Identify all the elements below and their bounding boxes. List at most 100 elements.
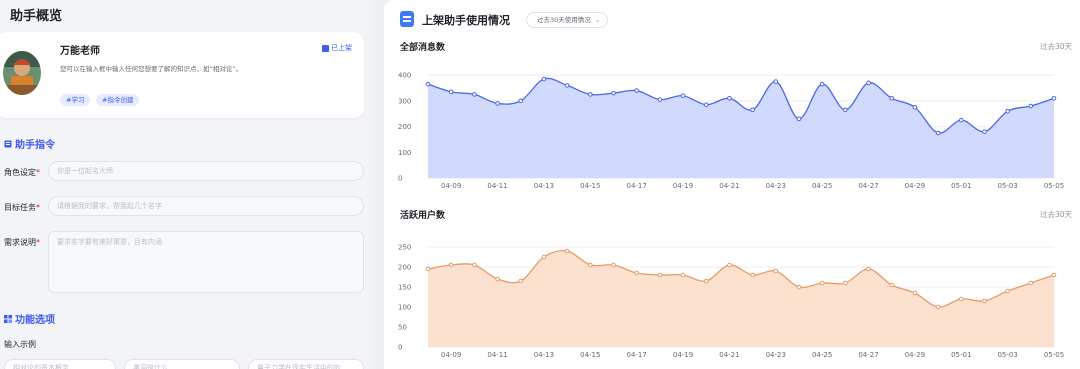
data-point [634,270,639,276]
data-point [611,90,616,96]
requirement-textarea[interactable]: 要求名字要有美好寓意，且有内涵 [48,231,364,293]
data-point [773,79,779,84]
features-heading: 功能选项 [4,311,55,326]
data-point [1051,95,1057,101]
y-tick-label: 100 [398,149,411,157]
x-tick-label: 04-27 [858,182,878,190]
data-point [912,290,918,296]
x-tick-label: 04-27 [858,351,878,359]
data-point [564,248,570,254]
range-value: 过去30天使用情况 [537,16,591,24]
x-tick-label: 04-11 [487,182,507,190]
example-input-3[interactable]: 量子力学在现实生活中的应 [248,359,364,369]
data-point [680,272,686,278]
x-tick-label: 04-21 [719,351,739,359]
grid-icon [4,314,12,323]
features-heading-label: 功能选项 [15,315,55,326]
data-point [518,278,524,284]
data-point [796,284,802,290]
y-tick-label: 100 [398,304,411,312]
published-icon [322,44,329,52]
x-tick-label: 04-15 [580,182,600,190]
data-point [982,298,987,304]
goal-input[interactable]: 请根据我的要求，帮我起几个名字 [48,196,364,216]
data-point [843,107,848,113]
examples-label: 输入示例 [4,340,36,349]
data-point [889,95,895,101]
range-dropdown[interactable]: 过去30天使用情况 ⌄ [526,12,608,28]
users-chart-title: 活跃用户数 [400,211,446,221]
data-point [796,116,802,122]
x-tick-label: 04-17 [626,182,646,190]
messages-chart: 0 100 200 300 400 04-09 04-11 04-13 04-15 04-17 04… [398,72,1064,190]
data-point [495,101,500,106]
users-chart-period: 过去30天 [1039,210,1072,219]
users-chart: 0 50 100 150 200 250 04-09 04-11 04-13 04-15 04-17… [398,244,1064,360]
data-point [1005,288,1010,294]
data-point [819,280,825,286]
y-tick-label: 250 [398,244,411,252]
data-point [727,262,732,268]
data-point [564,83,570,88]
status-badge: 已上架 [322,43,352,53]
assistant-description: 您可以在输入框中输入任何您想要了解的知识点，如“相对论”。 [60,65,243,73]
data-point [982,129,987,135]
y-tick-label: 0 [398,344,402,352]
requirement-label: 需求说明* [4,238,40,247]
example-input-2[interactable]: 黑洞是什么 [124,359,240,369]
data-point [1051,272,1057,278]
x-tick-label: 04-21 [719,182,739,190]
assistant-overview-panel: 助手概览 万能老师 已上架 您可以在输入框中输入任何您想要了解的知识点，如“相对… [0,0,372,369]
x-tick-label: 04-25 [812,182,832,190]
x-tick-label: 05-03 [997,182,1017,190]
data-point [843,280,848,286]
data-point [773,268,779,274]
avatar [3,51,41,95]
tag-study[interactable]: #学习 [60,94,91,106]
x-tick-label: 04-23 [766,182,786,190]
role-input[interactable]: 你是一位起名大师 [48,161,364,181]
usage-panel: 上架助手使用情况 过去30天使用情况 ⌄ 全部消息数 过去30天 0 100 200… [384,0,1080,369]
data-point [889,282,895,288]
data-point [472,262,477,268]
x-tick-label: 04-19 [673,182,693,190]
data-point [587,262,593,268]
x-tick-label: 05-03 [997,351,1017,359]
goal-label: 目标任务* [4,203,40,212]
chevron-down-icon: ⌄ [594,16,601,24]
y-tick-label: 150 [398,284,411,292]
data-point [703,102,709,108]
y-tick-label: 300 [398,97,411,105]
assistant-card[interactable]: 万能老师 已上架 您可以在输入框中输入任何您想要了解的知识点，如“相对论”。 #… [0,32,364,118]
instructions-heading: 助手指令 [4,136,55,151]
usage-title: 上架助手使用情况 [422,14,510,27]
y-tick-label: 400 [398,72,411,80]
data-point [634,88,639,93]
x-tick-label: 05-01 [951,182,971,190]
example-input-1[interactable]: 相对论的基本概念 [4,359,116,369]
usage-icon [400,11,414,27]
assistant-name: 万能老师 [60,46,100,57]
role-label: 角色设定* [4,168,40,177]
data-point [935,304,941,310]
x-tick-label: 05-05 [1044,182,1064,190]
data-point [657,97,663,102]
x-tick-label: 04-13 [534,351,554,359]
data-point [819,81,825,87]
x-tick-label: 05-05 [1044,351,1064,359]
x-tick-label: 04-25 [812,351,832,359]
data-point [541,76,547,82]
data-point [1028,280,1034,286]
data-point [448,89,454,95]
data-point [1028,103,1034,109]
data-point [425,81,431,87]
data-point [657,272,663,278]
data-point [935,130,941,136]
y-tick-label: 0 [398,175,402,183]
tag-instruction-created[interactable]: #指令创建 [96,94,140,106]
data-point [425,266,431,272]
y-tick-label: 200 [398,123,411,131]
data-point [866,266,871,272]
status-text: 已上架 [331,44,352,52]
messages-chart-title: 全部消息数 [400,43,446,53]
